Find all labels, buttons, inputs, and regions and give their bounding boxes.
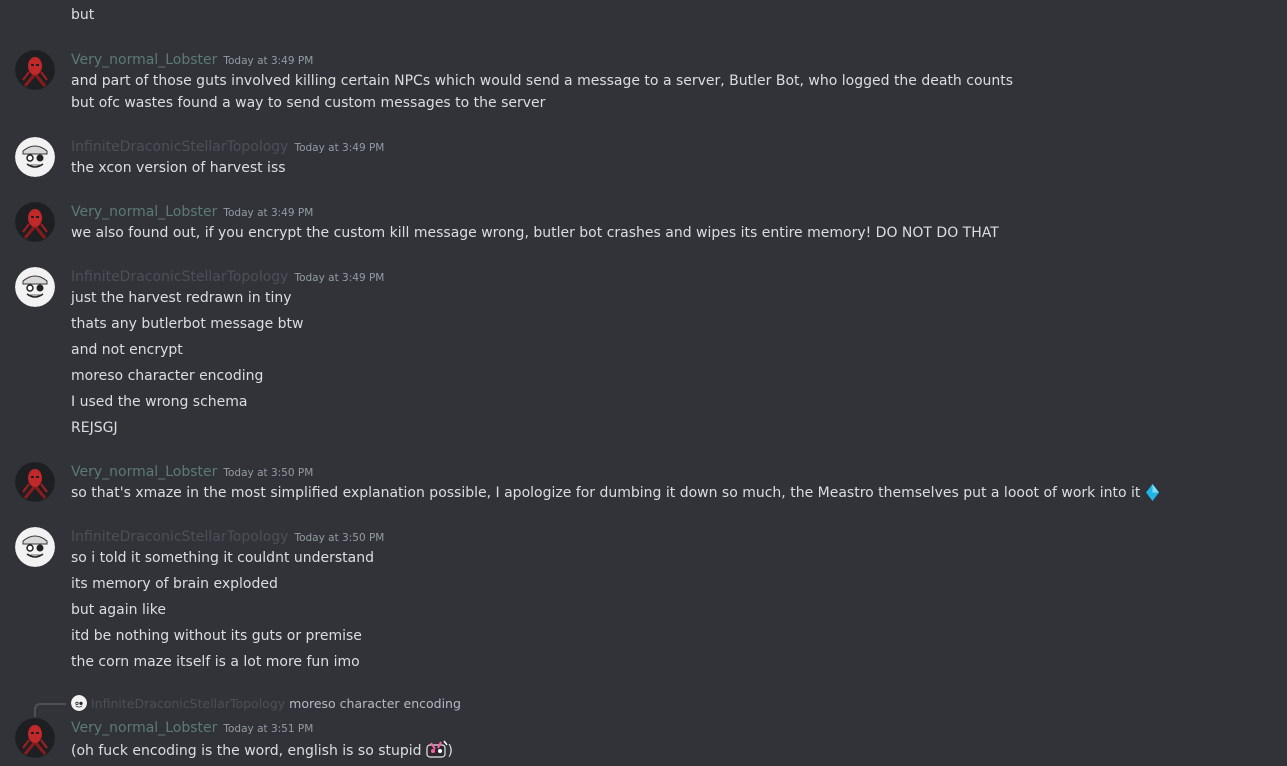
message-text: and not encrypt [71,342,183,358]
username[interactable]: Very_normal_Lobster [71,464,217,480]
message-text: moreso character encoding [71,368,264,384]
username[interactable]: InfiniteDraconicStellarTopology [71,139,288,155]
message-header: InfiniteDraconicStellarTopology Today at … [71,526,384,548]
lobster-avatar-icon[interactable] [15,718,55,758]
message-text: REJSGJ [71,420,118,436]
message-text: the xcon version of harvest iss [71,160,286,176]
timestamp[interactable]: Today at 3:50 PM [294,532,384,544]
timestamp[interactable]: Today at 3:50 PM [223,467,313,479]
message-text: but ofc wastes found a way to send custo… [71,95,546,111]
message-header: Very_normal_Lobster Today at 3:51 PM [71,717,313,739]
username[interactable]: InfiniteDraconicStellarTopology [71,269,288,285]
message-text: itd be nothing without its guts or premi… [71,628,362,644]
message-text: but again like [71,602,166,618]
message-header: Very_normal_Lobster Today at 3:49 PM [71,201,313,223]
message-header: Very_normal_Lobster Today at 3:49 PM [71,49,313,71]
message-text: the corn maze itself is a lot more fun i… [71,654,360,670]
reply-spine [34,703,66,717]
message-text: thats any butlerbot message btw [71,316,304,332]
custom-character-emoji-icon[interactable] [425,739,448,765]
timestamp[interactable]: Today at 3:49 PM [223,55,313,67]
message-text: so that's xmaze in the most simplified e… [71,483,1160,507]
timestamp[interactable]: Today at 3:49 PM [223,207,313,219]
message-text: we also found out, if you encrypt the cu… [71,225,999,241]
username[interactable]: InfiniteDraconicStellarTopology [71,529,288,545]
message-header: InfiniteDraconicStellarTopology Today at … [71,266,384,288]
timestamp[interactable]: Today at 3:49 PM [294,272,384,284]
message-text: I used the wrong schema [71,394,248,410]
topology-avatar-icon[interactable] [15,137,55,177]
message-text: its memory of brain exploded [71,576,278,592]
topology-avatar-icon[interactable] [15,267,55,307]
lobster-avatar-icon[interactable] [15,462,55,502]
reply-username[interactable]: InfiniteDraconicStellarTopology [91,696,285,711]
timestamp[interactable]: Today at 3:51 PM [223,723,313,735]
reply-preview[interactable]: InfiniteDraconicStellarTopology moreso ch… [71,694,461,714]
message-text-content: so that's xmaze in the most simplified e… [71,485,1141,501]
message-text: (oh fuck encoding is the word, english i… [71,739,453,765]
message-header: InfiniteDraconicStellarTopology Today at … [71,136,384,158]
reply-text[interactable]: moreso character encoding [289,696,461,711]
chat-message-list: but Very_normal_Lobster Today at 3:49 PM … [0,0,1287,766]
message-text: but [71,7,95,23]
username[interactable]: Very_normal_Lobster [71,52,217,68]
message-text-content: (oh fuck encoding is the word, english i… [71,743,422,759]
timestamp[interactable]: Today at 3:49 PM [294,142,384,154]
topology-avatar-icon[interactable] [15,527,55,567]
lobster-avatar-icon[interactable] [15,50,55,90]
lobster-avatar-icon[interactable] [15,202,55,242]
message-header: Very_normal_Lobster Today at 3:50 PM [71,461,313,483]
message-text: and part of those guts involved killing … [71,73,1014,89]
topology-avatar-icon [71,695,87,711]
message-text: just the harvest redrawn in tiny [71,290,292,306]
username[interactable]: Very_normal_Lobster [71,720,217,736]
username[interactable]: Very_normal_Lobster [71,204,217,220]
message-text-content: ) [447,743,454,759]
message-text: so i told it something it couldnt unders… [71,550,375,566]
blue-diamond-emoji-icon[interactable] [1146,484,1160,507]
